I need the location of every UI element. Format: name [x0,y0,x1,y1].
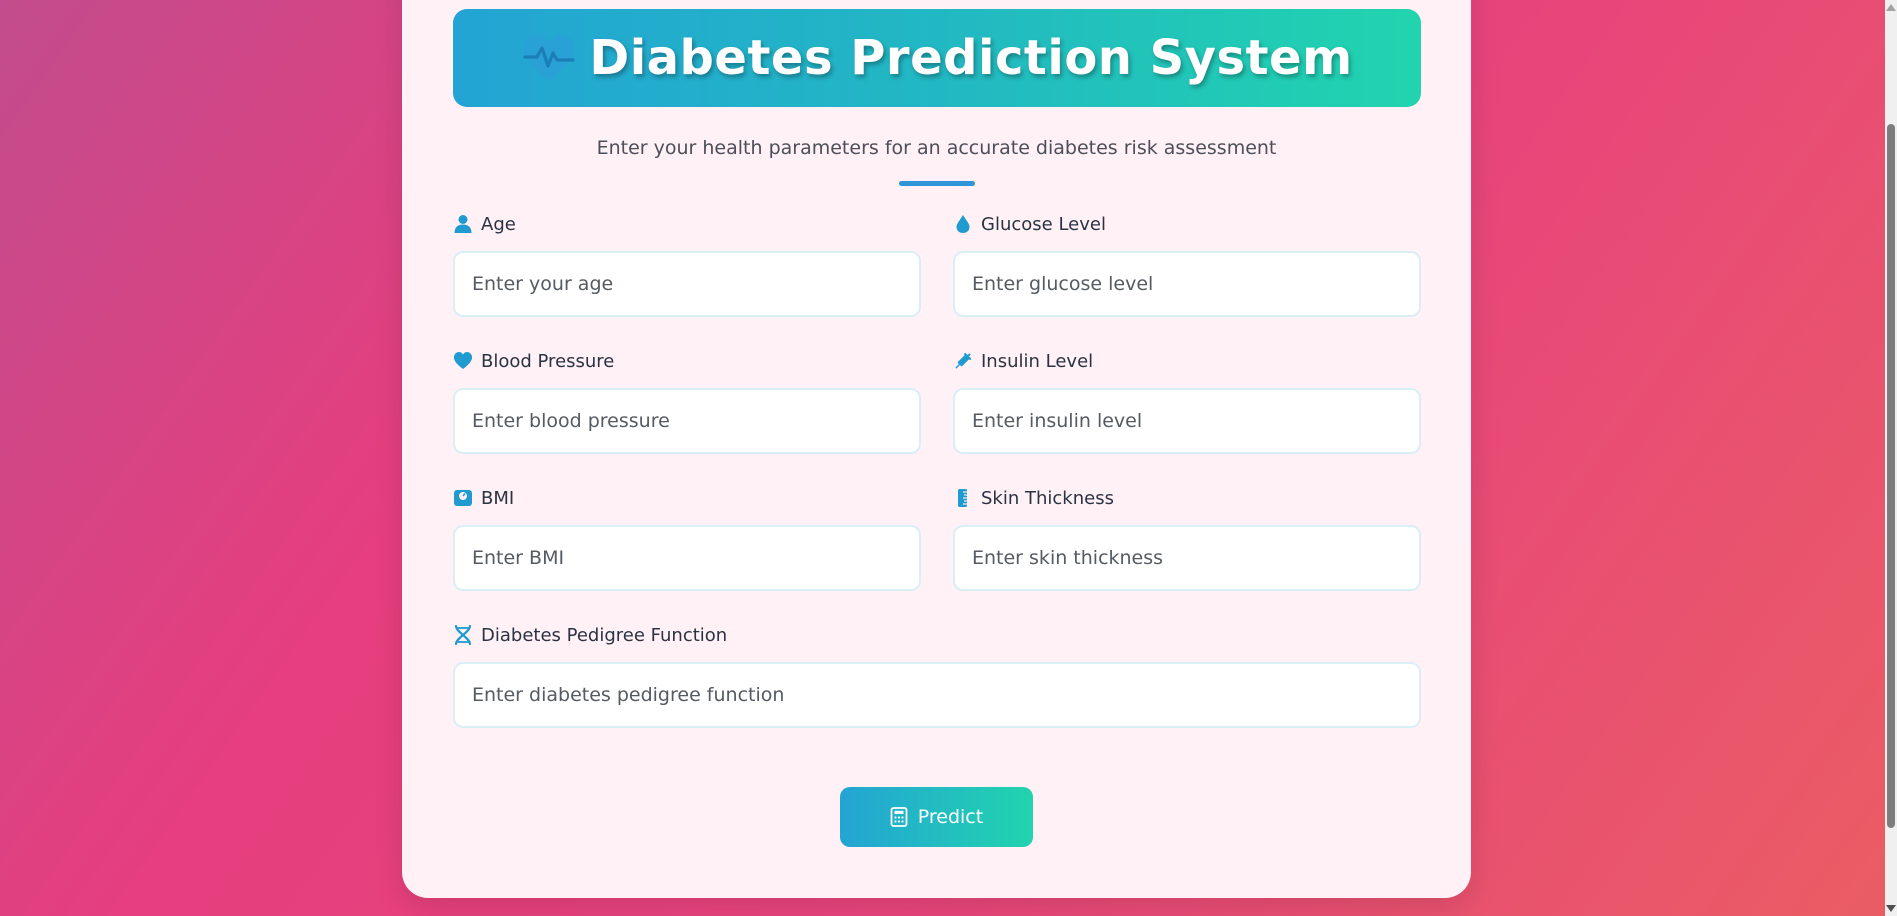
weight-scale-icon [454,490,472,506]
scroll-up-arrow-icon[interactable] [1886,4,1896,11]
syringe-icon [955,352,972,369]
page-subtitle: Enter your health parameters for an accu… [596,137,1277,159]
droplet-icon [956,215,970,233]
skin-thickness-field-group: Skin Thickness [953,486,1421,591]
skin-thickness-label: Skin Thickness [953,486,1421,510]
prediction-card: Diabetes Prediction System Enter your he… [402,0,1471,898]
skin-thickness-input[interactable] [953,525,1421,591]
page-title: Diabetes Prediction System [589,30,1353,86]
age-field-group: Age [453,212,921,317]
bmi-label: BMI [453,486,921,510]
scrollbar-thumb[interactable] [1887,124,1895,828]
ruler-icon [958,489,967,507]
blood-pressure-label: Blood Pressure [453,349,921,373]
skin-thickness-label-text: Skin Thickness [981,487,1114,509]
age-label-text: Age [481,213,516,235]
calculator-icon [890,807,908,827]
blood-pressure-input[interactable] [453,388,921,454]
blood-pressure-field-group: Blood Pressure [453,349,921,454]
glucose-field-group: Glucose Level [953,212,1421,317]
insulin-field-group: Insulin Level [953,349,1421,454]
page-viewport: Diabetes Prediction System Enter your he… [0,0,1885,916]
pedigree-label-text: Diabetes Pedigree Function [481,624,728,646]
glucose-label-text: Glucose Level [981,213,1106,235]
glucose-input[interactable] [953,251,1421,317]
scroll-down-arrow-icon[interactable] [1886,905,1896,912]
predict-button[interactable]: Predict [840,787,1033,847]
insulin-label-text: Insulin Level [981,350,1094,372]
insulin-label: Insulin Level [953,349,1421,373]
heart-icon [453,352,473,369]
bmi-field-group: BMI [453,486,921,591]
dna-icon [454,625,472,645]
subtitle-divider [899,181,975,186]
insulin-input[interactable] [953,388,1421,454]
pedigree-input[interactable] [453,662,1421,728]
page-scrollbar[interactable] [1885,0,1897,916]
pedigree-field-group: Diabetes Pedigree Function [453,623,1421,728]
age-input[interactable] [453,251,921,317]
blood-pressure-label-text: Blood Pressure [481,350,615,372]
header-banner: Diabetes Prediction System [453,9,1421,107]
pedigree-label: Diabetes Pedigree Function [453,623,1421,647]
bmi-label-text: BMI [481,487,515,509]
bmi-input[interactable] [453,525,921,591]
heart-pulse-icon [523,34,575,80]
age-label: Age [453,212,921,236]
predict-button-label: Predict [917,806,984,828]
glucose-label: Glucose Level [953,212,1421,236]
user-icon [454,215,472,233]
